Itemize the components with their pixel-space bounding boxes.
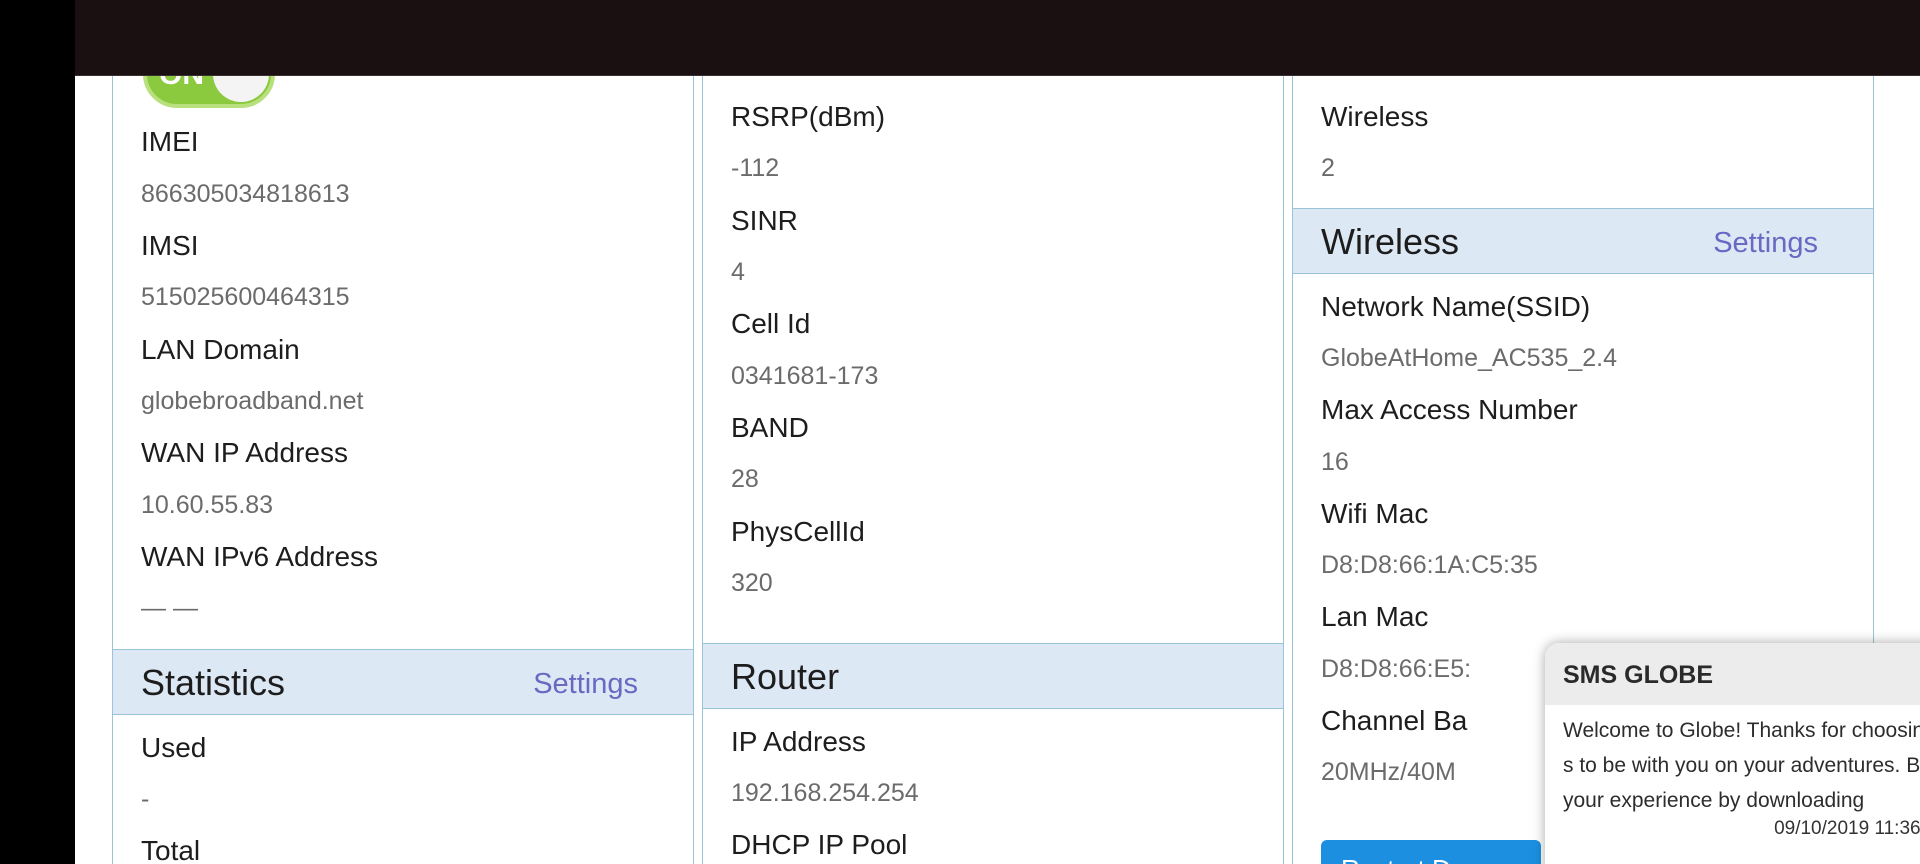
- wifi-mac-label: Wifi Mac: [1321, 498, 1429, 529]
- band-label: BAND: [731, 412, 809, 443]
- sinr-label: SINR: [731, 205, 798, 236]
- left-black-edge: [0, 0, 75, 864]
- wifi-mac-value: D8:D8:66:1A:C5:35: [1321, 551, 1538, 579]
- imei-label: IMEI: [141, 126, 199, 157]
- wireless-header: Wireless Settings: [1293, 208, 1873, 274]
- wan-ip-value: 10.60.55.83: [141, 491, 274, 519]
- router-title: Router: [731, 656, 840, 697]
- physcellid-value: 320: [731, 569, 773, 597]
- router-status-page: ON IMEI 866305034818613 IMSI 51502560046…: [75, 0, 1920, 864]
- statistics-settings-link[interactable]: Settings: [533, 668, 638, 701]
- band-value: 28: [731, 465, 759, 493]
- lan-domain-value: globebroadband.net: [141, 387, 364, 415]
- total-label: Total: [141, 835, 201, 864]
- rsrp-label: RSRP(dBm): [731, 101, 886, 132]
- popup-header: SMS GLOBE ×: [1545, 643, 1920, 705]
- wan-ipv6-label: WAN IPv6 Address: [141, 541, 379, 572]
- cell-id-value: 0341681-173: [731, 362, 879, 390]
- wireless-count-value: 2: [1321, 154, 1335, 182]
- lan-domain-label: LAN Domain: [141, 334, 300, 365]
- popup-timestamp: 09/10/2019 11:36:37: [1774, 818, 1920, 839]
- sinr-value: 4: [731, 258, 745, 286]
- popup-title: SMS GLOBE: [1563, 661, 1714, 689]
- statistics-title: Statistics: [141, 662, 286, 703]
- ssid-label: Network Name(SSID): [1321, 291, 1591, 322]
- signal-info-panel: RSRP(dBm) -112 SINR 4 Cell Id 0341681-17…: [702, 0, 1284, 864]
- statistics-header: Statistics Settings: [113, 649, 693, 715]
- dhcp-pool-label: DHCP IP Pool: [731, 829, 908, 860]
- ip-address-value: 192.168.254.254: [731, 779, 919, 807]
- ssid-value: GlobeAtHome_AC535_2.4: [1321, 344, 1618, 372]
- wan-ipv6-value: — —: [141, 594, 198, 622]
- channel-bandwidth-label: Channel Ba: [1321, 705, 1468, 736]
- wan-ip-label: WAN IP Address: [141, 437, 348, 468]
- used-value: -: [141, 785, 150, 813]
- popup-message: Welcome to Globe! Thanks for choosing us…: [1563, 719, 1920, 812]
- physcellid-label: PhysCellId: [731, 516, 865, 547]
- max-access-label: Max Access Number: [1321, 394, 1578, 425]
- wireless-title: Wireless: [1321, 221, 1460, 262]
- imsi-label: IMSI: [141, 230, 199, 261]
- lan-mac-label: Lan Mac: [1321, 601, 1429, 632]
- imei-value: 866305034818613: [141, 180, 350, 208]
- wireless-count-label: Wireless: [1321, 101, 1429, 132]
- sms-notification-popup[interactable]: SMS GLOBE × Welcome to Globe! Thanks for…: [1545, 643, 1920, 864]
- wireless-settings-link[interactable]: Settings: [1713, 227, 1818, 260]
- cell-id-label: Cell Id: [731, 308, 811, 339]
- restart-button[interactable]: Restart D: [1321, 840, 1541, 864]
- ip-address-label: IP Address: [731, 726, 866, 757]
- channel-bandwidth-value: 20MHz/40M: [1321, 758, 1456, 786]
- top-bar: [75, 0, 1920, 76]
- imsi-value: 515025600464315: [141, 283, 350, 311]
- max-access-value: 16: [1321, 448, 1349, 476]
- rsrp-value: -112: [731, 154, 780, 182]
- used-label: Used: [141, 732, 207, 763]
- router-header: Router: [703, 643, 1283, 709]
- lan-mac-value: D8:D8:66:E5:: [1321, 655, 1472, 683]
- device-info-panel: ON IMEI 866305034818613 IMSI 51502560046…: [112, 0, 694, 864]
